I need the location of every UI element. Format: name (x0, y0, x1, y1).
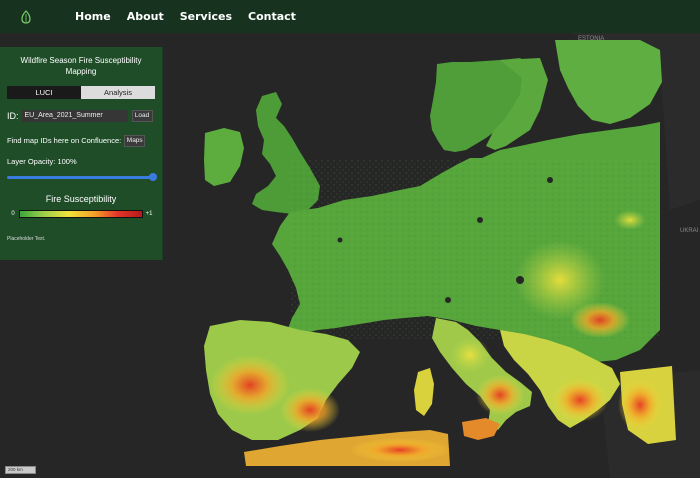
heat-italy-center (450, 337, 490, 373)
lake-spot (337, 237, 343, 243)
tab-luci[interactable]: LUCI (7, 86, 81, 99)
heat-italy-south (476, 375, 524, 415)
map-id-input[interactable] (21, 109, 128, 122)
heat-iberia-west (210, 355, 290, 415)
label-estonia: ESTONIA (578, 36, 604, 42)
tab-analysis[interactable]: Analysis (81, 86, 155, 99)
navbar: Home About Services Contact (0, 0, 700, 33)
id-label: ID: (7, 110, 19, 121)
nav-home[interactable]: Home (75, 10, 111, 23)
heat-romania (570, 302, 630, 338)
legend-title: Fire Susceptibility (45, 194, 117, 204)
opacity-label: Layer Opacity: 100% (7, 157, 77, 166)
label-ukraine: UKRAI (680, 228, 699, 234)
heat-anatolia (618, 379, 662, 431)
panel-title: Wildfire Season Fire Susceptibility Mapp… (20, 56, 142, 76)
leaf-logo-icon[interactable] (19, 9, 33, 24)
slider-thumb[interactable] (148, 173, 157, 181)
lake-spot (547, 177, 553, 183)
id-row: ID: Load (7, 109, 155, 122)
confluence-row: Find map IDs here on Confluence: Maps (7, 134, 155, 147)
legend-max-label: +1 (145, 210, 153, 217)
lake-spot (477, 217, 483, 223)
control-panel: Wildfire Season Fire Susceptibility Mapp… (0, 47, 163, 260)
maps-button[interactable]: Maps (124, 134, 146, 147)
opacity-slider[interactable] (7, 173, 157, 181)
heat-ukraine (614, 210, 646, 230)
nav-contact[interactable]: Contact (248, 10, 296, 23)
heat-greece (552, 378, 608, 422)
lake-geneva (445, 297, 451, 303)
lake-balaton (516, 276, 524, 284)
legend: 0 +1 (7, 209, 155, 218)
nav-services[interactable]: Services (180, 10, 232, 23)
slider-track[interactable] (7, 176, 155, 179)
confluence-text: Find map IDs here on Confluence: (7, 136, 122, 145)
placeholder-text: Placeholder Text. (7, 236, 46, 242)
load-button[interactable]: Load (131, 109, 153, 122)
nav-about[interactable]: About (127, 10, 164, 23)
heat-north-africa (350, 438, 450, 462)
legend-min-label: 0 (11, 210, 15, 217)
legend-color-ramp (19, 209, 143, 218)
heat-iberia-south (280, 388, 340, 432)
scale-bar: 200 km (5, 466, 36, 474)
panel-tabs: LUCI Analysis (7, 86, 155, 99)
